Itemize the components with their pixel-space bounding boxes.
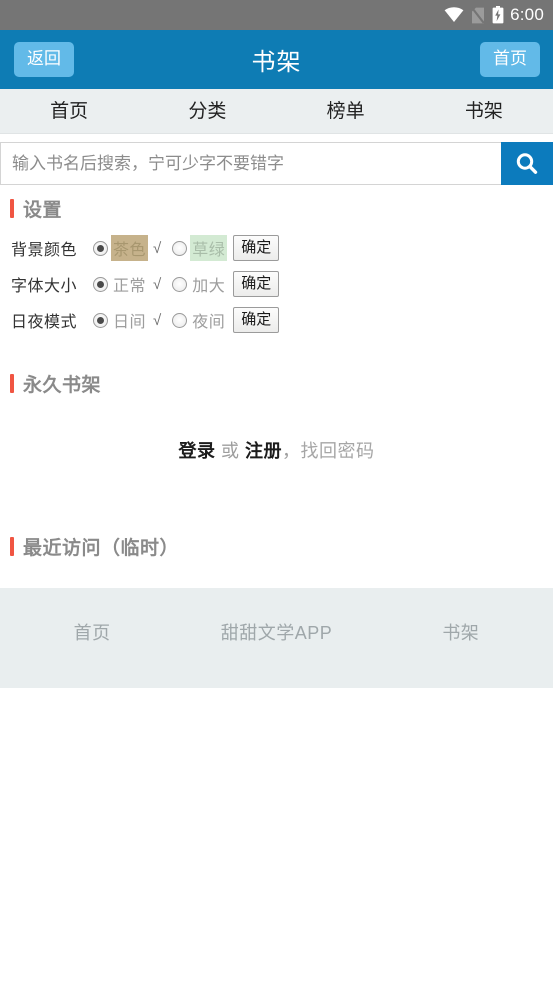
settings-heading-label: 设置 (23, 200, 63, 221)
setting-label: 日夜模式 (11, 314, 78, 331)
settings-section: 设置 背景颜色 茶色 √ 草绿 确定 字体大小 正常 √ 加大 确定 日夜模式 … (0, 195, 553, 334)
radio-day-night-b[interactable] (172, 312, 188, 328)
nav-tab-shelf[interactable]: 书架 (415, 102, 553, 121)
setting-label: 背景颜色 (11, 242, 78, 259)
option-label-normal[interactable]: 正常 (111, 271, 148, 297)
search-input[interactable] (0, 142, 501, 185)
check-mark-icon: √ (153, 239, 162, 257)
radio-background-color-b[interactable] (172, 240, 188, 256)
battery-charging-icon (492, 6, 504, 24)
search-bar (0, 134, 553, 195)
login-link[interactable]: 登录 (178, 441, 215, 461)
recent-visits-section: 最近访问（临时） (0, 533, 553, 560)
radio-background-color-a[interactable] (93, 240, 108, 256)
permanent-shelf-heading: 永久书架 (0, 370, 553, 397)
setting-label: 字体大小 (11, 278, 78, 295)
confirm-background-color-button[interactable]: 确定 (233, 234, 280, 262)
setting-row-day-night-mode: 日夜模式 日间 √ 夜间 确定 (11, 306, 553, 334)
accent-bar-icon (10, 199, 14, 218)
footer-link-shelf[interactable]: 书架 (369, 619, 553, 645)
nav-tab-category[interactable]: 分类 (138, 102, 276, 121)
wifi-icon (444, 7, 464, 22)
permanent-shelf-heading-label: 永久书架 (23, 375, 102, 396)
search-icon (516, 152, 538, 174)
back-button[interactable]: 返回 (14, 42, 74, 77)
forgot-password-link[interactable]: 找回密码 (301, 441, 375, 461)
status-time: 6:00 (510, 5, 544, 24)
setting-row-background-color: 背景颜色 茶色 √ 草绿 确定 (11, 234, 553, 262)
radio-day-night-a[interactable] (93, 312, 108, 328)
nav-tab-home[interactable]: 首页 (0, 102, 138, 121)
nav-tab-ranking[interactable]: 榜单 (277, 102, 415, 121)
footer-link-home[interactable]: 首页 (0, 619, 184, 645)
home-button[interactable]: 首页 (480, 42, 540, 77)
status-bar: 6:00 (0, 0, 553, 30)
settings-rows: 背景颜色 茶色 √ 草绿 确定 字体大小 正常 √ 加大 确定 日夜模式 日间 … (0, 222, 553, 334)
radio-font-size-b[interactable] (172, 276, 188, 292)
accent-bar-icon (10, 537, 14, 556)
login-prompt: 登录 或 注册，找回密码 (0, 437, 553, 463)
search-button[interactable] (501, 142, 553, 185)
recent-visits-heading: 最近访问（临时） (0, 533, 553, 560)
check-mark-icon: √ (153, 311, 162, 329)
register-link[interactable]: 注册 (245, 441, 282, 461)
app-bar: 返回 书架 首页 (0, 30, 553, 89)
setting-row-font-size: 字体大小 正常 √ 加大 确定 (11, 270, 553, 298)
page-background-filler (0, 688, 553, 983)
footer-link-app[interactable]: 甜甜文学APP (184, 619, 368, 645)
option-label-tea-brown[interactable]: 茶色 (111, 235, 149, 261)
accent-bar-icon (10, 374, 14, 393)
option-label-larger[interactable]: 加大 (190, 271, 227, 297)
login-or-text: 或 (221, 441, 240, 461)
recent-visits-heading-label: 最近访问（临时） (23, 538, 180, 559)
confirm-day-night-button[interactable]: 确定 (233, 306, 280, 334)
settings-heading: 设置 (0, 195, 553, 222)
footer-bar: 首页 甜甜文学APP 书架 (0, 588, 553, 688)
page-title: 书架 (251, 49, 302, 76)
login-comma: ， (282, 441, 301, 461)
nav-tabs: 首页 分类 榜单 书架 (0, 89, 553, 134)
status-icon-group (444, 6, 504, 24)
permanent-shelf-section: 永久书架 登录 或 注册，找回密码 (0, 370, 553, 463)
radio-font-size-a[interactable] (93, 276, 108, 292)
check-mark-icon: √ (153, 275, 162, 293)
confirm-font-size-button[interactable]: 确定 (233, 270, 280, 298)
option-label-grass-green[interactable]: 草绿 (190, 235, 228, 261)
option-label-day[interactable]: 日间 (111, 307, 148, 333)
no-sim-icon (471, 6, 485, 24)
option-label-night[interactable]: 夜间 (190, 307, 227, 333)
